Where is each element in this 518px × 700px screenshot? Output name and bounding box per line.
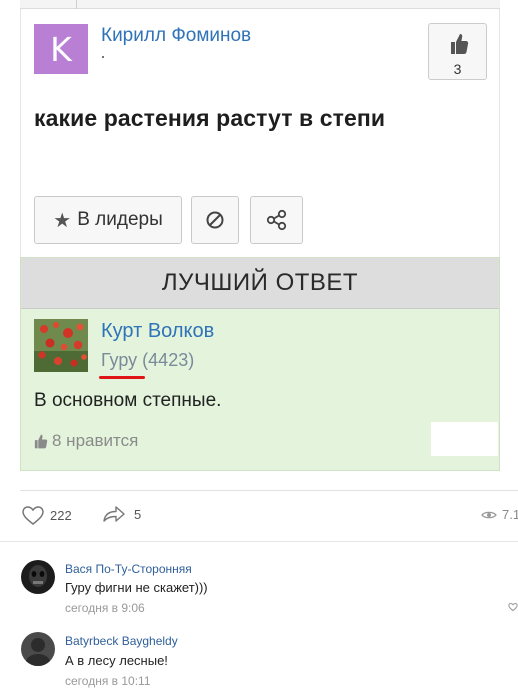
best-answer-block: ЛУЧШИЙ ОТВЕТ Курт Волков Гуру (4423) В о… [20, 257, 500, 471]
post-share-button[interactable]: 5 [102, 505, 141, 523]
question-like-count: 3 [453, 61, 462, 77]
answer-like-button[interactable]: 8 нравится [34, 431, 138, 451]
comment-text: Гуру фигни не скажет))) [65, 580, 208, 595]
answer-author-avatar[interactable] [34, 319, 88, 372]
comment-time[interactable]: сегодня в 9:06 [65, 601, 145, 615]
thumbs-up-icon [451, 34, 469, 54]
question-title: какие растения растут в степи [34, 105, 386, 131]
comment-avatar[interactable] [21, 560, 55, 594]
comment-avatar-image [21, 632, 55, 666]
star-icon: ★ [53, 209, 72, 232]
answer-author-rank: Гуру (4423) [101, 350, 194, 371]
rank-underline-mark [99, 376, 145, 379]
comment-time[interactable]: сегодня в 10:11 [65, 674, 151, 688]
comment-text: А в лесу лесные! [65, 653, 168, 668]
answer-author-name[interactable]: Курт Волков [101, 320, 214, 343]
rank-score: (4423) [142, 350, 195, 370]
comment-avatar-image [21, 560, 55, 594]
answer-text: В основном степные. [34, 390, 222, 411]
comment-author[interactable]: Batyrbeck Bayghel​dy [65, 634, 178, 648]
report-button[interactable] [191, 196, 239, 244]
blank-area [431, 422, 498, 456]
question-author-name[interactable]: Кирилл Фоминов [101, 25, 251, 47]
post-view-count: 7.1 [502, 507, 518, 522]
repost-arrow-icon [103, 506, 125, 522]
divider [20, 490, 518, 491]
block-icon [206, 211, 224, 229]
question-like-button[interactable]: 3 [428, 23, 487, 80]
question-author-avatar[interactable]: K [34, 24, 88, 74]
post-share-count: 5 [134, 506, 142, 522]
top-strip [20, 0, 500, 9]
post-like-count: 222 [50, 508, 72, 523]
post-like-button[interactable]: 222 [21, 505, 72, 526]
to-leaders-label: В лидеры [77, 209, 163, 230]
best-answer-header: ЛУЧШИЙ ОТВЕТ [21, 258, 499, 309]
thumbs-up-icon [34, 434, 48, 448]
rank-label: Гуру [101, 350, 138, 370]
eye-icon [481, 511, 497, 518]
poppy-field-image [34, 319, 88, 372]
top-strip-separator [76, 0, 77, 9]
post-views: 7.1 [481, 507, 518, 522]
divider [0, 541, 518, 542]
share-button[interactable] [250, 196, 303, 244]
to-leaders-button[interactable]: ★ В лидеры [34, 196, 182, 244]
comment-author[interactable]: Вася По-Ту-Сторонняя [65, 562, 192, 576]
heart-icon[interactable] [508, 602, 518, 612]
share-icon [266, 209, 286, 231]
comment-avatar[interactable] [21, 632, 55, 666]
card-border-left [20, 9, 21, 257]
author-meta-dot [102, 56, 104, 58]
answer-like-count: 8 нравится [52, 431, 139, 450]
card-border-right [499, 9, 500, 257]
heart-icon [22, 506, 44, 525]
